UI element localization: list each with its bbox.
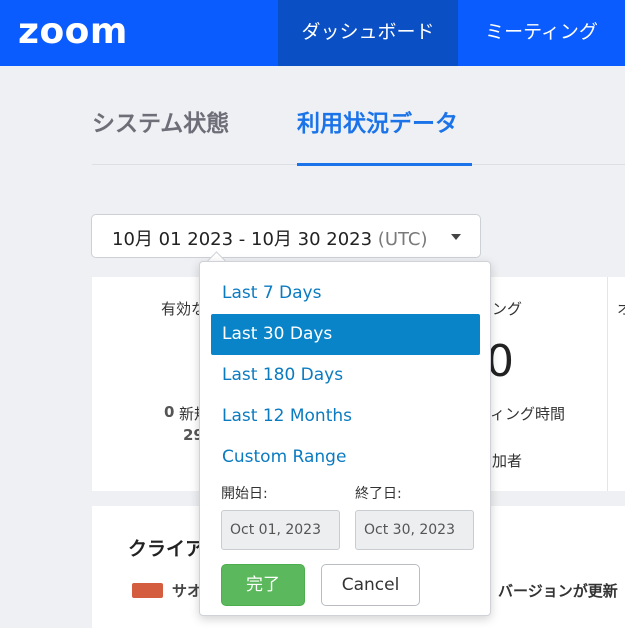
legend-swatch bbox=[132, 583, 163, 598]
active-tab-indicator bbox=[297, 163, 472, 166]
stat-meeting-minutes-label: ィング時間 bbox=[490, 405, 566, 423]
stat-new-count: 0 bbox=[164, 403, 175, 421]
version-update-text: バージョンが更新 bbox=[498, 582, 618, 600]
date-range-dropdown: Last 7 Days Last 30 Days Last 180 Days L… bbox=[199, 261, 491, 616]
nav-dashboard[interactable]: ダッシュボード bbox=[278, 0, 458, 66]
range-option-last-12-months[interactable]: Last 12 Months bbox=[211, 396, 480, 437]
done-button[interactable]: 完了 bbox=[221, 564, 305, 606]
chevron-down-icon[interactable] bbox=[451, 234, 461, 240]
range-option-last-30-days[interactable]: Last 30 Days bbox=[211, 314, 480, 355]
stat-meetings-label: ング bbox=[492, 300, 523, 318]
start-date-input[interactable] bbox=[221, 510, 340, 550]
legend-label: サオ bbox=[172, 582, 203, 600]
timezone-label: (UTC) bbox=[377, 229, 428, 250]
stats-divider bbox=[607, 277, 608, 491]
top-nav-bar: zoom ダッシュボード ミーティング bbox=[0, 0, 625, 66]
tab-system-status[interactable]: システム状態 bbox=[92, 104, 229, 138]
client-section-title: クライア bbox=[128, 538, 205, 560]
end-date-label: 終了日: bbox=[355, 486, 402, 502]
date-range-value: 10月 01 2023 - 10月 30 2023 (UTC) bbox=[112, 225, 428, 251]
range-option-last-180-days[interactable]: Last 180 Days bbox=[211, 355, 480, 396]
start-date-label: 開始日: bbox=[221, 486, 268, 502]
date-range-picker[interactable]: 10月 01 2023 - 10月 30 2023 (UTC) bbox=[91, 214, 481, 258]
stat-third-label: オ bbox=[617, 300, 625, 318]
nav-meetings[interactable]: ミーティング bbox=[458, 0, 625, 66]
zoom-logo[interactable]: zoom bbox=[18, 11, 128, 52]
stat-participants-label: 加者 bbox=[492, 452, 523, 470]
tab-usage-data[interactable]: 利用状況データ bbox=[297, 104, 458, 138]
date-range-text: 10月 01 2023 - 10月 30 2023 bbox=[112, 229, 373, 250]
range-option-last-7-days[interactable]: Last 7 Days bbox=[211, 273, 480, 314]
cancel-button[interactable]: Cancel bbox=[321, 564, 420, 606]
range-option-custom-range[interactable]: Custom Range bbox=[211, 437, 480, 478]
end-date-input[interactable] bbox=[355, 510, 474, 550]
